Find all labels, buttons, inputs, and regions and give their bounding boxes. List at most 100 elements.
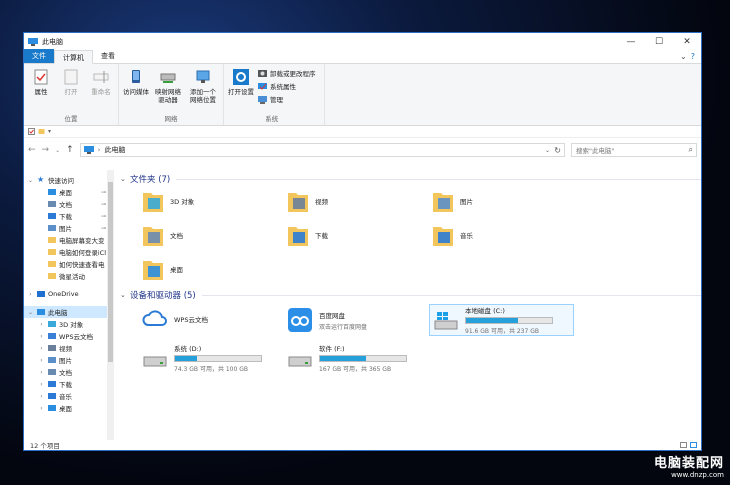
sidebar-item-10[interactable]: ⌄ 此电脑 [24, 306, 114, 318]
open-button[interactable]: 打开 [58, 66, 84, 113]
drive-item[interactable]: 系统 (D:) 74.3 GB 可用，共 100 GB [142, 342, 287, 374]
sidebar-item-7[interactable]: 如何快速查看电 [24, 258, 114, 270]
properties-small-icon[interactable] [28, 128, 35, 135]
sidebar-item-3[interactable]: 下载 ⊸ [24, 210, 114, 222]
forward-arrow-icon[interactable]: → [42, 145, 50, 155]
drives-section-header[interactable]: ⌄ 设备和驱动器 (5) [120, 288, 701, 302]
sidebar-item-2[interactable]: 文档 ⊸ [24, 198, 114, 210]
expand-arrow-icon[interactable]: › [38, 333, 45, 340]
folder-item[interactable]: 音乐 [432, 220, 577, 250]
expand-arrow-icon[interactable]: › [38, 357, 45, 364]
drive-item[interactable]: 本地磁盘 (C:) 91.6 GB 可用，共 237 GB [429, 304, 574, 336]
folder-icon [433, 193, 453, 212]
sidebar-item-8[interactable]: 微星活动 [24, 270, 114, 282]
manage-button[interactable]: 管理 [258, 94, 316, 104]
collapse-chevron-icon[interactable]: ⌄ [120, 175, 130, 183]
sidebar-item-6[interactable]: 电脑如何登录iCl [24, 246, 114, 258]
drive-item[interactable]: WPS云文档 [142, 304, 287, 336]
back-arrow-icon[interactable]: ← [28, 145, 36, 155]
sidebar-item-14[interactable]: › 图片 [24, 354, 114, 366]
expand-arrow-icon[interactable]: › [38, 345, 45, 352]
tab-computer[interactable]: 计算机 [54, 50, 93, 64]
sidebar-item-1[interactable]: 桌面 ⊸ [24, 186, 114, 198]
window-title: 此电脑 [42, 37, 63, 46]
computer-icon [28, 37, 38, 46]
maximize-button[interactable]: ☐ [645, 37, 673, 47]
close-button[interactable]: ✕ [673, 37, 701, 47]
drive-sub: 167 GB 可用，共 365 GB [319, 366, 392, 373]
sidebar-item-0[interactable]: ⌄ ★ 快速访问 [24, 174, 114, 186]
address-path[interactable]: 此电脑 [104, 145, 125, 155]
search-box[interactable]: 搜索"此电脑" ⌕ [571, 143, 697, 157]
expand-arrow-icon[interactable]: ⌄ [27, 177, 34, 184]
sidebar-item-15[interactable]: › 文档 [24, 366, 114, 378]
drive-usage-bar [174, 355, 262, 362]
up-arrow-icon[interactable]: ↑ [66, 145, 74, 155]
qat-dropdown-icon[interactable]: ▾ [48, 128, 51, 135]
expand-arrow-icon[interactable]: ⌄ [27, 309, 34, 316]
sidebar-item-4[interactable]: 图片 ⊸ [24, 222, 114, 234]
address-bar[interactable]: › 此电脑 ⌄ ↻ [79, 143, 565, 157]
rename-button[interactable]: 重命名 [88, 66, 114, 113]
sidebar-item-9[interactable]: › OneDrive [24, 288, 114, 300]
ribbon-collapse-icon[interactable]: ⌄ [680, 52, 687, 61]
expand-arrow-icon[interactable]: › [38, 381, 45, 388]
new-folder-small-icon[interactable] [38, 128, 45, 135]
sidebar-item-11[interactable]: › 3D 对象 [24, 318, 114, 330]
folder-item[interactable]: 下载 [287, 220, 432, 250]
recent-dropdown-icon[interactable]: ⌄ [55, 147, 60, 154]
folder-icon [143, 193, 163, 212]
search-icon[interactable]: ⌕ [689, 145, 693, 155]
expand-arrow-icon[interactable]: › [38, 321, 45, 328]
system-properties-button[interactable]: 系统属性 [258, 81, 316, 91]
folder-item[interactable]: 视频 [287, 186, 432, 216]
expand-arrow-icon[interactable]: › [38, 393, 45, 400]
collapse-chevron-icon[interactable]: ⌄ [120, 291, 130, 299]
help-icon[interactable]: ? [691, 52, 695, 61]
open-settings-button[interactable]: 打开设置 [228, 66, 254, 113]
folders-section-header[interactable]: ⌄ 文件夹 (7) [120, 172, 701, 186]
expand-arrow-icon[interactable]: › [38, 405, 45, 412]
refresh-icon[interactable]: ↻ [554, 146, 561, 155]
folder-icon [48, 357, 56, 363]
properties-button[interactable]: 属性 [28, 66, 54, 113]
expand-arrow-icon[interactable]: › [27, 291, 34, 298]
address-dropdown-icon[interactable]: ⌄ [545, 147, 550, 154]
sidebar-item-5[interactable]: 电脑屏幕变大变 [24, 234, 114, 246]
sidebar-item-17[interactable]: › 音乐 [24, 390, 114, 402]
minimize-button[interactable]: — [617, 37, 645, 47]
pin-icon[interactable]: ⊸ [101, 213, 106, 220]
details-view-icon[interactable] [680, 442, 687, 448]
tab-view[interactable]: 查看 [93, 49, 123, 63]
access-media-button[interactable]: 访问媒体 [123, 66, 149, 113]
folder-item[interactable]: 图片 [432, 186, 577, 216]
content-pane: ⌄ 文件夹 (7) 3D 对象 视频 图片 文档 下载 音乐 桌面 ⌄ 设备和驱… [114, 170, 701, 440]
drive-sub: 双击运行百度网盘 [319, 323, 368, 331]
sidebar-item-12[interactable]: › WPS云文档 [24, 330, 114, 342]
folder-icon [37, 291, 45, 297]
sidebar-scrollbar[interactable] [107, 170, 114, 440]
drive-item[interactable]: 软件 (F:) 167 GB 可用，共 365 GB [287, 342, 432, 374]
folder-item[interactable]: 桌面 [142, 254, 287, 284]
folder-item[interactable]: 文档 [142, 220, 287, 250]
sidebar-item-13[interactable]: › 视频 [24, 342, 114, 354]
drive-item[interactable]: 百度网盘 双击运行百度网盘 [287, 304, 432, 336]
drive-sub: 74.3 GB 可用，共 100 GB [174, 366, 248, 373]
pin-icon[interactable]: ⊸ [101, 225, 106, 232]
path-separator-icon[interactable]: › [98, 146, 101, 154]
expand-arrow-icon[interactable]: › [38, 369, 45, 376]
ribbon-group-system: 打开设置 卸载或更改程序 系统属性 管理 系统 [224, 64, 325, 125]
add-network-location-button[interactable]: 添加一个网络位置 [187, 66, 219, 113]
map-network-drive-button[interactable]: 映射网络驱动器 [153, 66, 183, 113]
folder-item[interactable]: 3D 对象 [142, 186, 287, 216]
sidebar-item-18[interactable]: › 桌面 [24, 402, 114, 414]
pin-icon[interactable]: ⊸ [101, 201, 106, 208]
tab-file[interactable]: 文件 [24, 49, 54, 63]
pin-icon[interactable]: ⊸ [101, 189, 106, 196]
uninstall-programs-button[interactable]: 卸载或更改程序 [258, 68, 316, 78]
scrollbar-thumb[interactable] [108, 182, 113, 362]
drive-label: 系统 (D:) [174, 345, 202, 353]
large-icons-view-icon[interactable] [690, 442, 697, 448]
folder-icon [143, 227, 163, 246]
sidebar-item-16[interactable]: › 下载 [24, 378, 114, 390]
